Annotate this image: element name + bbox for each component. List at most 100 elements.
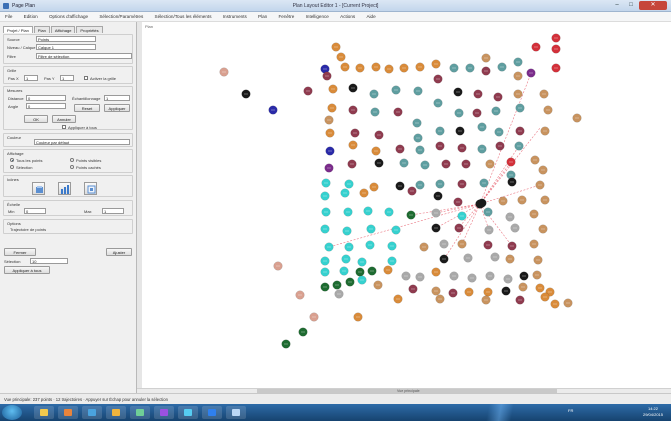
plot-point-orange[interactable] bbox=[393, 294, 403, 304]
plot-point-tan[interactable] bbox=[513, 71, 523, 81]
plot-point-teal[interactable] bbox=[497, 62, 507, 72]
taskbar-app-plan[interactable] bbox=[154, 406, 174, 419]
plot-point-maroon[interactable] bbox=[441, 159, 451, 169]
plot-point-red[interactable] bbox=[551, 33, 561, 43]
plot-point-maroon[interactable] bbox=[481, 66, 491, 76]
maximize-button[interactable]: □ bbox=[624, 1, 638, 10]
plot-point-maroon[interactable] bbox=[448, 288, 458, 298]
plot-point-orange[interactable] bbox=[550, 299, 560, 309]
plot-point-purple[interactable] bbox=[526, 68, 536, 78]
plot-point-cyan[interactable] bbox=[344, 242, 354, 252]
plot-point-tan[interactable] bbox=[517, 195, 527, 205]
minimize-button[interactable]: – bbox=[610, 1, 624, 10]
plot-point-orange[interactable] bbox=[540, 292, 550, 302]
plot-point-teal[interactable] bbox=[412, 118, 422, 128]
angle-field[interactable]: 0 bbox=[26, 103, 66, 109]
plot-point-tan[interactable] bbox=[529, 239, 539, 249]
close-button[interactable]: ✕ bbox=[639, 1, 667, 10]
plot-point-gray[interactable] bbox=[439, 239, 449, 249]
plot-point-maroon[interactable] bbox=[457, 143, 467, 153]
plot-point-red[interactable] bbox=[531, 42, 541, 52]
plot-point-tan[interactable] bbox=[431, 286, 441, 296]
import-icon-button[interactable] bbox=[32, 182, 45, 195]
plot-point-tan[interactable] bbox=[543, 105, 553, 115]
plot-point-green[interactable] bbox=[320, 282, 330, 292]
plot-point-tan[interactable] bbox=[533, 255, 543, 265]
export-icon-button[interactable] bbox=[84, 182, 97, 195]
menu-file[interactable]: File bbox=[0, 12, 17, 22]
menu-help[interactable]: Aide bbox=[361, 12, 380, 22]
plot-point-cyan[interactable] bbox=[365, 240, 375, 250]
menu-instruments[interactable]: Instruments bbox=[218, 12, 252, 22]
plot-point-salmon[interactable] bbox=[309, 312, 319, 322]
plot-point-salmon[interactable] bbox=[295, 290, 305, 300]
plot-canvas[interactable]: Plan bbox=[142, 22, 671, 388]
plot-point-maroon[interactable] bbox=[347, 159, 357, 169]
plot-point-maroon[interactable] bbox=[322, 71, 332, 81]
display-visible-radio[interactable] bbox=[70, 158, 74, 162]
plot-point-cyan[interactable] bbox=[321, 207, 331, 217]
plot-point-cyan[interactable] bbox=[341, 254, 351, 264]
plot-point-teal[interactable] bbox=[477, 122, 487, 132]
plot-point-cyan[interactable] bbox=[324, 242, 334, 252]
plot-point-gray[interactable] bbox=[510, 223, 520, 233]
plot-point-cyan[interactable] bbox=[320, 224, 330, 234]
plot-point-gray[interactable] bbox=[415, 272, 425, 282]
plot-point-tan[interactable] bbox=[572, 113, 582, 123]
plot-hub-point[interactable] bbox=[475, 199, 485, 209]
tab-plan[interactable]: Plan bbox=[33, 26, 50, 33]
start-button[interactable] bbox=[2, 405, 22, 420]
plot-point-tan[interactable] bbox=[481, 53, 491, 63]
plot-point-orange[interactable] bbox=[325, 128, 335, 138]
plot-point-cyan[interactable] bbox=[339, 266, 349, 276]
taskbar-app-tool[interactable] bbox=[130, 406, 150, 419]
plot-point-teal[interactable] bbox=[454, 108, 464, 118]
display-hidden-radio[interactable] bbox=[70, 165, 74, 169]
plot-point-teal[interactable] bbox=[435, 126, 445, 136]
plot-point-tan[interactable] bbox=[530, 155, 540, 165]
plot-point-maroon[interactable] bbox=[515, 126, 525, 136]
system-tray[interactable]: FR bbox=[568, 408, 608, 417]
taskbar-app-folder[interactable] bbox=[106, 406, 126, 419]
menu-actions[interactable]: Actions bbox=[335, 12, 360, 22]
plot-point-gray[interactable] bbox=[401, 271, 411, 281]
plot-point-black[interactable] bbox=[455, 126, 465, 136]
plot-point-green[interactable] bbox=[367, 266, 377, 276]
plot-point-gray[interactable] bbox=[449, 271, 459, 281]
scale-min-field[interactable]: 0 bbox=[24, 208, 46, 214]
clock[interactable]: 14:22 29/04/2015 bbox=[638, 406, 668, 418]
plot-point-black[interactable] bbox=[431, 223, 441, 233]
plot-point-tan[interactable] bbox=[498, 196, 508, 206]
plot-point-tan[interactable] bbox=[540, 195, 550, 205]
plot-point-maroon[interactable] bbox=[374, 130, 384, 140]
plot-point-gray[interactable] bbox=[431, 208, 441, 218]
plot-point-tan[interactable] bbox=[518, 282, 528, 292]
plot-point-teal[interactable] bbox=[477, 144, 487, 154]
plot-point-cyan[interactable] bbox=[391, 225, 401, 235]
plot-point-tan[interactable] bbox=[532, 270, 542, 280]
menu-window[interactable]: Fenêtre bbox=[274, 12, 300, 22]
plot-point-teal[interactable] bbox=[513, 57, 523, 67]
taskbar-app-explorer[interactable] bbox=[34, 406, 54, 419]
plot-point-gray[interactable] bbox=[484, 225, 494, 235]
plot-point-teal[interactable] bbox=[465, 63, 475, 73]
plot-point-cyan[interactable] bbox=[320, 256, 330, 266]
tab-project[interactable]: Projet / Plan bbox=[3, 26, 33, 33]
plot-point-orange[interactable] bbox=[331, 42, 341, 52]
plot-point-orange[interactable] bbox=[336, 52, 346, 62]
color-select[interactable]: Couleur par défaut bbox=[34, 139, 130, 145]
plot-point-red[interactable] bbox=[551, 63, 561, 73]
plot-point-cyan[interactable] bbox=[384, 207, 394, 217]
plot-point-cyan[interactable] bbox=[366, 224, 376, 234]
plot-point-maroon[interactable] bbox=[495, 141, 505, 151]
plot-point-green[interactable] bbox=[345, 277, 355, 287]
menu-selection-params[interactable]: Sélection/Paramètres bbox=[94, 12, 148, 22]
plot-point-cyan[interactable] bbox=[387, 241, 397, 251]
plot-point-tan[interactable] bbox=[505, 254, 515, 264]
taskbar-app-active[interactable] bbox=[226, 406, 246, 419]
plot-point-tan[interactable] bbox=[457, 239, 467, 249]
plot-point-teal[interactable] bbox=[370, 107, 380, 117]
plot-point-black[interactable] bbox=[501, 286, 511, 296]
plot-point-teal[interactable] bbox=[515, 103, 525, 113]
plot-point-orange[interactable] bbox=[483, 287, 493, 297]
